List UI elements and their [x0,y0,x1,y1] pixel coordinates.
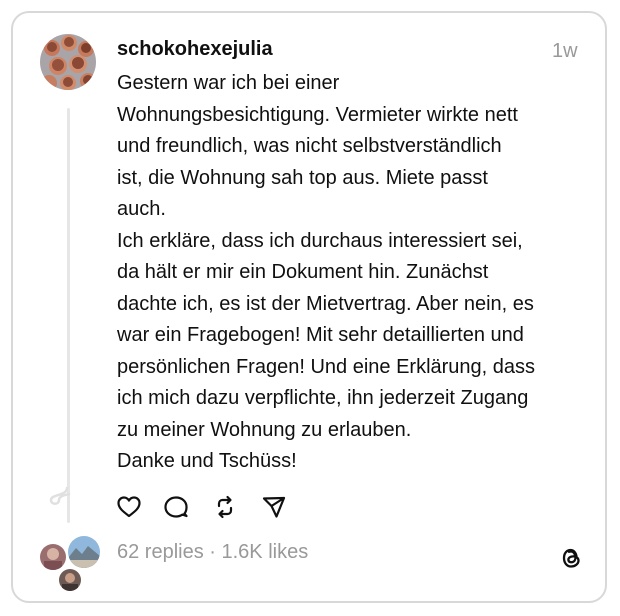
reply-avatars[interactable] [38,534,102,593]
repost-icon[interactable] [211,493,239,521]
post-text-line: Ich erkläre, dass ich durchaus interessi… [117,229,523,252]
post-text-line: ich mich dazu verpflichte, ihn jederzeit… [117,387,529,409]
post-text-line: war ein Fragebogen! Mit sehr detailliert… [117,324,524,346]
post-body: Gestern war ich bei einer Wohnungsbesich… [117,68,587,478]
heart-icon[interactable] [115,493,143,521]
post-text-line: Gestern war ich bei einer [117,72,340,94]
post-timestamp: 1w [552,40,578,62]
thread-curl-icon [45,486,77,512]
post-text-line: zu meiner Wohnung zu erlauben. [117,418,412,441]
username[interactable]: schokohexejulia [117,38,273,61]
post-text-line: und freundlich, was nicht selbstverständ… [117,135,502,157]
post-text-line: da hält er mir ein Dokument hin. Zunächs… [117,261,489,283]
post-text-line: Wohnungsbesichtigung. Vermieter wirkte n… [117,103,518,126]
post-stats[interactable]: 62 replies · 1.6K likes [117,541,308,564]
thread-line [67,108,70,523]
reply-avatar [66,534,102,570]
post-text-line: auch. [117,198,166,220]
post-text-line: Danke und Tschüss! [117,450,297,472]
comment-icon[interactable] [162,493,190,521]
share-icon[interactable] [260,493,288,521]
post-text-line: dachte ich, es ist der Mietvertrag. Aber… [117,292,534,315]
threads-logo-icon[interactable] [557,544,585,572]
post-text-line: persönlichen Fragen! Und eine Erklärung,… [117,355,536,378]
post-text-line: ist, die Wohnung sah top aus. Miete pass… [117,166,488,189]
reply-avatar [57,567,83,593]
profile-avatar[interactable] [40,34,96,90]
